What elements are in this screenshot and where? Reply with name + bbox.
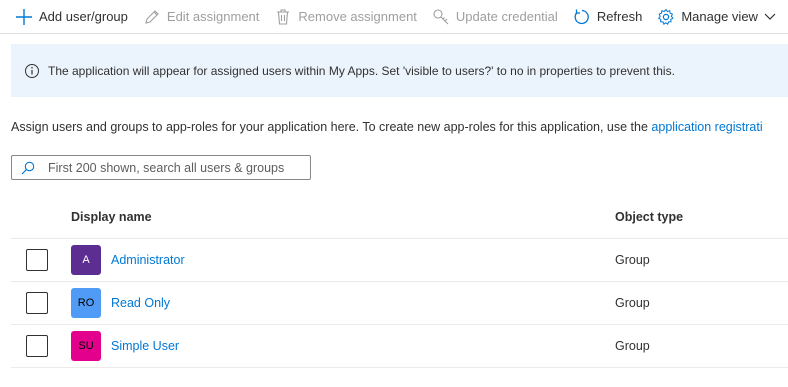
command-bar: Add user/group Edit assignment Remove as… xyxy=(0,0,788,34)
update-credential-label: Update credential xyxy=(455,9,558,24)
info-banner: The application will appear for assigned… xyxy=(11,44,788,97)
display-name-link[interactable]: Simple User xyxy=(111,339,179,353)
display-name-link[interactable]: Administrator xyxy=(111,253,185,267)
update-credential-button[interactable]: Update credential xyxy=(431,7,558,27)
manage-view-button[interactable]: Manage view xyxy=(656,7,776,27)
add-user-group-button[interactable]: Add user/group xyxy=(14,7,128,27)
search-input[interactable] xyxy=(48,160,298,175)
table-body: A Administrator Group RO Read Only Group SU Sim… xyxy=(11,239,788,368)
add-user-group-label: Add user/group xyxy=(39,9,128,24)
edit-assignment-label: Edit assignment xyxy=(166,9,260,24)
search-icon xyxy=(21,161,35,175)
avatar: A xyxy=(71,245,101,275)
row-checkbox[interactable] xyxy=(25,249,48,271)
object-type-cell: Group xyxy=(615,296,650,310)
display-name-link[interactable]: Read Only xyxy=(111,296,170,310)
description-text: Assign users and groups to app-roles for… xyxy=(11,120,652,134)
pencil-icon xyxy=(142,7,162,27)
column-header-object-type[interactable]: Object type xyxy=(615,210,788,224)
info-icon xyxy=(24,63,40,79)
avatar: RO xyxy=(71,288,101,318)
application-registration-link[interactable]: application registrati xyxy=(651,120,762,134)
edit-assignment-button[interactable]: Edit assignment xyxy=(142,7,260,27)
key-icon xyxy=(431,7,451,27)
table-row[interactable]: RO Read Only Group xyxy=(11,282,788,325)
avatar: SU xyxy=(71,331,101,361)
manage-view-label: Manage view xyxy=(681,9,758,24)
remove-assignment-label: Remove assignment xyxy=(298,9,417,24)
refresh-button[interactable]: Refresh xyxy=(572,7,643,27)
search-box[interactable] xyxy=(11,155,311,180)
banner-text: The application will appear for assigned… xyxy=(48,63,675,78)
table-row[interactable]: SU Simple User Group xyxy=(11,325,788,368)
chevron-down-icon xyxy=(764,13,776,21)
table-row[interactable]: A Administrator Group xyxy=(11,239,788,282)
remove-assignment-button[interactable]: Remove assignment xyxy=(273,7,417,27)
refresh-label: Refresh xyxy=(596,9,643,24)
object-type-cell: Group xyxy=(615,253,650,267)
assignments-table: Display name Object type A Administrator G… xyxy=(11,196,788,368)
object-type-cell: Group xyxy=(615,339,650,353)
gear-icon xyxy=(656,7,676,27)
table-header: Display name Object type xyxy=(11,196,788,239)
trash-icon xyxy=(273,7,293,27)
row-checkbox[interactable] xyxy=(25,335,48,357)
assignment-description: Assign users and groups to app-roles for… xyxy=(11,120,788,134)
row-checkbox[interactable] xyxy=(25,292,48,314)
plus-icon xyxy=(14,7,34,27)
refresh-icon xyxy=(572,7,592,27)
column-header-display-name[interactable]: Display name xyxy=(71,210,615,224)
